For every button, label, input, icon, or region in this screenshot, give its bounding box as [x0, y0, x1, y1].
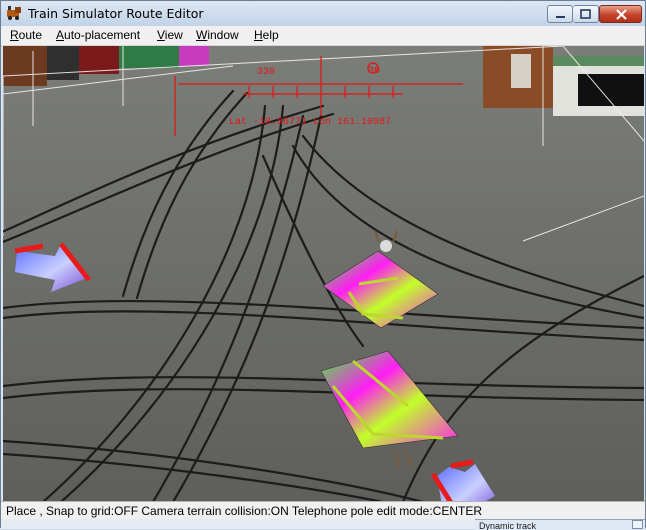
menu-window-label: indow [207, 28, 239, 42]
train-app-icon [7, 6, 21, 20]
status-text: Place , Snap to grid:OFF Camera terrain … [6, 504, 482, 518]
menu-auto-placement[interactable]: Auto-placement [56, 28, 140, 42]
maximize-button[interactable] [573, 5, 599, 23]
hud-label-right: 30 [368, 66, 380, 77]
close-icon [616, 9, 627, 20]
close-button[interactable] [599, 5, 642, 23]
scene[interactable]: 330 30 Lat -19.86771 Lon 161.10987 [3, 46, 644, 502]
menu-route-label: oute [18, 28, 43, 42]
menu-view-label: iew [164, 28, 183, 42]
menu-help-label: elp [262, 28, 279, 42]
hud-coords: Lat -19.86771 Lon 161.10987 [229, 117, 391, 128]
menu-help-accel: H [254, 28, 263, 42]
menu-window-accel: W [196, 28, 208, 42]
menu-view-accel: V [157, 28, 165, 42]
menu-help[interactable]: Help [254, 28, 279, 42]
menu-window[interactable]: Window [196, 28, 239, 42]
dynamic-track-title: Dynamic track [479, 521, 537, 530]
menu-route-accel: R [10, 28, 19, 42]
window-title: Train Simulator Route Editor [28, 6, 204, 21]
status-bar: Place , Snap to grid:OFF Camera terrain … [1, 501, 645, 520]
menu-view[interactable]: View [157, 28, 183, 42]
menu-auto-placement-accel: A [56, 28, 65, 42]
3d-viewport[interactable]: 330 30 Lat -19.86771 Lon 161.10987 [3, 46, 644, 502]
dynamic-track-panel[interactable]: Dynamic track [475, 519, 645, 530]
minimize-button[interactable] [547, 5, 573, 23]
minimize-icon [556, 16, 565, 18]
maximize-icon [580, 9, 591, 19]
app-window: Train Simulator Route Editor Route Auto-… [0, 0, 646, 530]
hud-label-left: 330 [257, 67, 275, 78]
ground [3, 46, 644, 502]
menu-bar: Route Auto-placement View Window Help [1, 26, 645, 46]
title-bar[interactable]: Train Simulator Route Editor [1, 1, 645, 27]
menu-route[interactable]: Route [10, 28, 42, 42]
menu-auto-placement-label: uto-placement [64, 28, 141, 42]
